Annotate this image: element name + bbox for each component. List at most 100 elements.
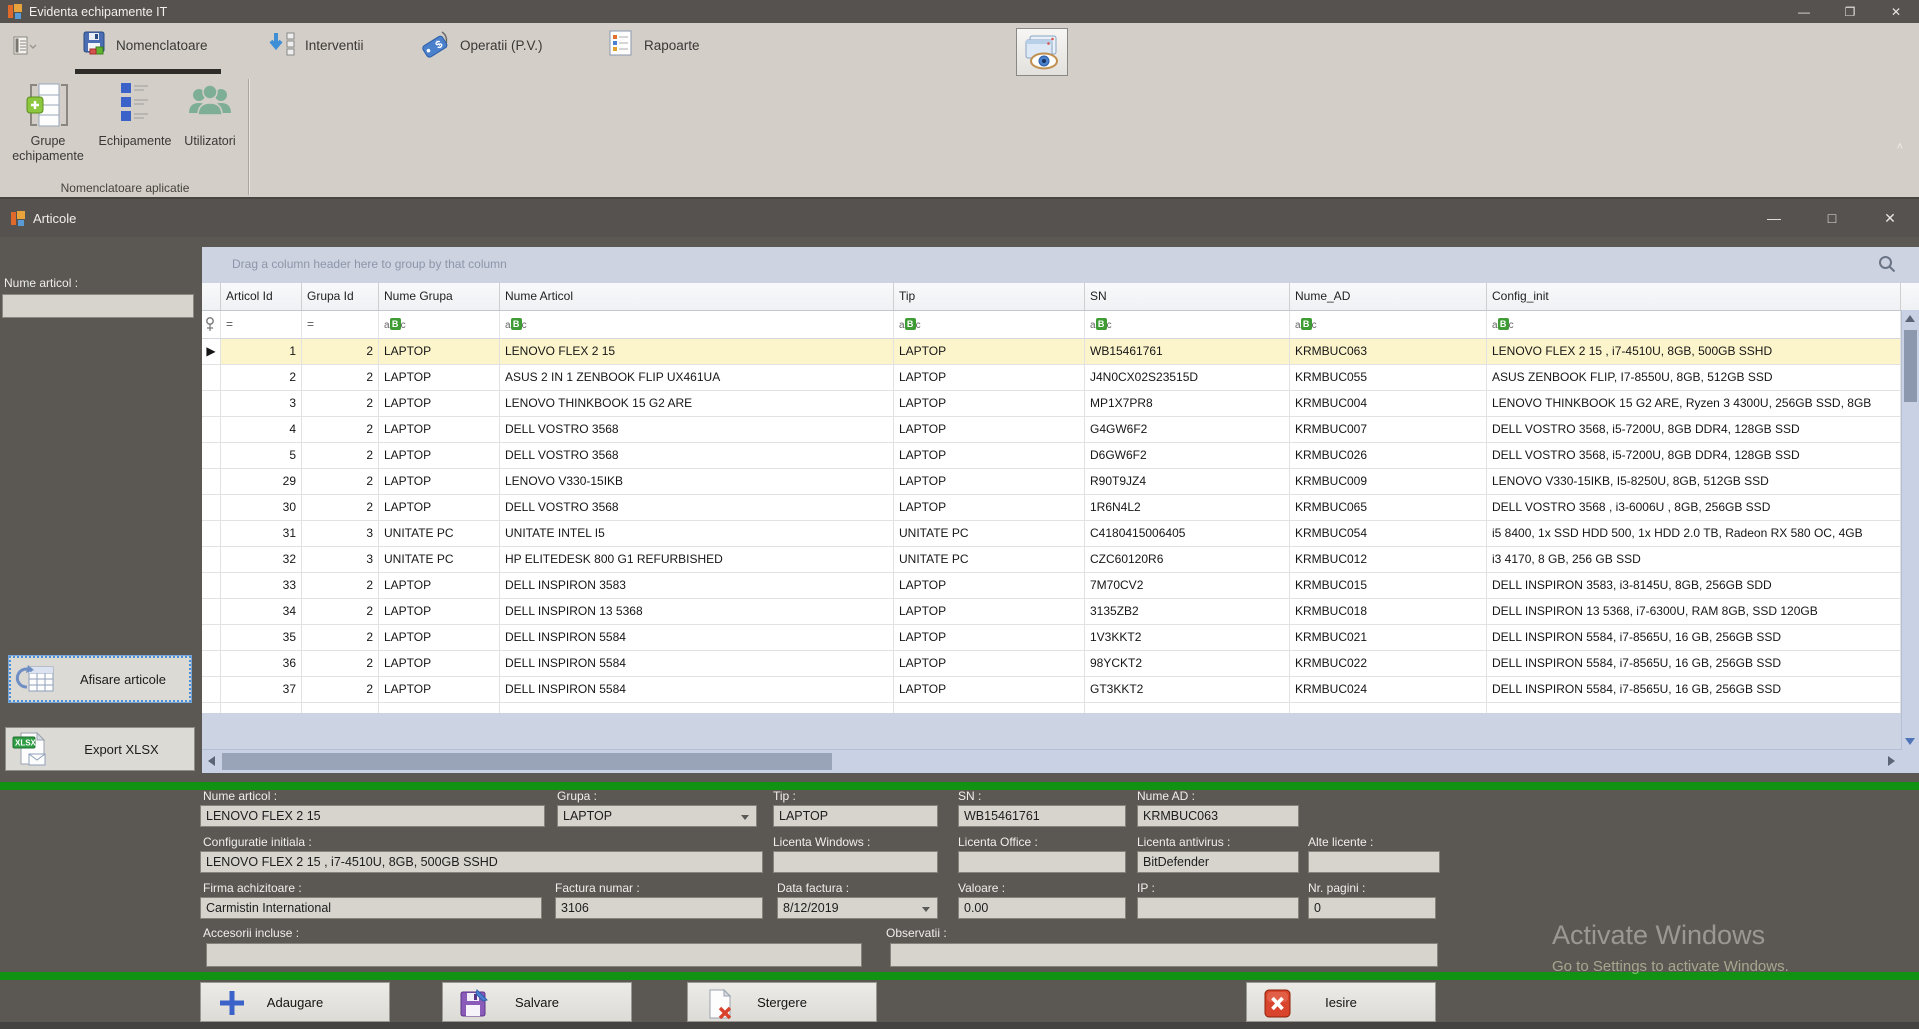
- ribbon-collapse-icon[interactable]: ˄: [1897, 141, 1903, 153]
- grid-cell[interactable]: 3: [221, 391, 302, 417]
- grid-cell[interactable]: LENOVO V330-15IKB: [500, 469, 894, 495]
- minimize-icon[interactable]: —: [1781, 5, 1827, 19]
- grid-cell[interactable]: 29: [221, 469, 302, 495]
- grid-cell[interactable]: 98YCKT2: [1085, 651, 1290, 677]
- column-header[interactable]: SN: [1085, 283, 1290, 310]
- grid-cell[interactable]: LAPTOP: [894, 443, 1085, 469]
- tab-rapoarte[interactable]: Rapoarte: [644, 38, 700, 53]
- configuratie-input[interactable]: LENOVO FLEX 2 15 , i7-4510U, 8GB, 500GB …: [200, 851, 763, 873]
- ribbon-button-echipamente[interactable]: Echipamente: [92, 79, 178, 149]
- grupa-select[interactable]: LAPTOP: [557, 805, 757, 827]
- grid-cell[interactable]: R90T9JZ4: [1085, 469, 1290, 495]
- stergere-button[interactable]: Stergere: [687, 982, 877, 1022]
- grid-cell[interactable]: LENOVO FLEX 2 15: [500, 339, 894, 365]
- licenta-office-input[interactable]: [958, 851, 1126, 873]
- table-row[interactable]: 302LAPTOPDELL VOSTRO 3568LAPTOP1R6N4L2KR…: [202, 495, 1919, 521]
- grid-cell[interactable]: LENOVO FLEX 2 15 , i7-4510U, 8GB, 500GB …: [1487, 339, 1901, 365]
- filter-equals-icon[interactable]: =: [221, 311, 302, 338]
- sn-input[interactable]: WB15461761: [958, 805, 1126, 827]
- column-header[interactable]: Grupa Id: [302, 283, 379, 310]
- abc-filter-icon[interactable]: aBc: [1487, 311, 1901, 338]
- minimize-icon[interactable]: —: [1745, 210, 1803, 226]
- table-row[interactable]: 342LAPTOPDELL INSPIRON 13 5368LAPTOP3135…: [202, 599, 1919, 625]
- grid-cell[interactable]: 1R6N4L2: [1085, 495, 1290, 521]
- grid-cell[interactable]: WB15461761: [1085, 339, 1290, 365]
- grid-cell[interactable]: DELL INSPIRON 3583, i3-8145U, 8GB, 256GB…: [1487, 573, 1901, 599]
- tab-operatii[interactable]: Operatii (P.V.): [460, 38, 543, 53]
- nume-articol-input[interactable]: LENOVO FLEX 2 15: [200, 805, 545, 827]
- grid-cell[interactable]: UNITATE PC: [379, 547, 500, 573]
- horizontal-scrollbar[interactable]: [202, 749, 1919, 773]
- grid-cell[interactable]: LAPTOP: [379, 677, 500, 703]
- grid-cell[interactable]: LENOVO THINKBOOK 15 G2 ARE, Ryzen 3 4300…: [1487, 391, 1901, 417]
- grid-cell[interactable]: 2: [302, 651, 379, 677]
- grid-cell[interactable]: 2: [221, 365, 302, 391]
- search-icon[interactable]: [1877, 254, 1897, 279]
- grid-cell[interactable]: 31: [221, 521, 302, 547]
- table-row[interactable]: 323UNITATE PCHP ELITEDESK 800 G1 REFURBI…: [202, 547, 1919, 573]
- grid-cell[interactable]: LAPTOP: [894, 391, 1085, 417]
- grid-cell[interactable]: UNITATE PC: [894, 521, 1085, 547]
- grid-cell[interactable]: LAPTOP: [379, 469, 500, 495]
- table-row[interactable]: 352LAPTOPDELL INSPIRON 5584LAPTOP1V3KKT2…: [202, 625, 1919, 651]
- grid-cell[interactable]: DELL VOSTRO 3568: [500, 495, 894, 521]
- grid-cell[interactable]: C4180415006405: [1085, 521, 1290, 547]
- tab-interventii[interactable]: Interventii: [305, 38, 364, 53]
- grid-cell[interactable]: GT3KKT2: [1085, 677, 1290, 703]
- group-by-panel[interactable]: Drag a column header here to group by th…: [202, 247, 1919, 283]
- observatii-input[interactable]: [890, 943, 1438, 967]
- table-row[interactable]: 313UNITATE PCUNITATE INTEL I5UNITATE PCC…: [202, 521, 1919, 547]
- grid-cell[interactable]: DELL INSPIRON 5584, i7-8565U, 16 GB, 256…: [1487, 651, 1901, 677]
- column-header[interactable]: Nume Grupa: [379, 283, 500, 310]
- maximize-icon[interactable]: □: [1803, 210, 1861, 226]
- close-icon[interactable]: ✕: [1861, 210, 1919, 227]
- close-icon[interactable]: ✕: [1873, 5, 1919, 19]
- grid-cell[interactable]: 37: [221, 677, 302, 703]
- grid-cell[interactable]: LAPTOP: [894, 417, 1085, 443]
- app-menu-icon[interactable]: [10, 34, 38, 60]
- grid-cell[interactable]: 5: [221, 443, 302, 469]
- grid-cell[interactable]: HP ELITEDESK 800 G1 REFURBISHED: [500, 547, 894, 573]
- grid-cell[interactable]: DELL INSPIRON 5584: [500, 625, 894, 651]
- grid-cell[interactable]: KRMBUC026: [1290, 443, 1487, 469]
- firma-input[interactable]: Carmistin International: [200, 897, 542, 919]
- grid-cell[interactable]: ASUS ZENBOOK FLIP, I7-8550U, 8GB, 512GB …: [1487, 365, 1901, 391]
- grid-cell[interactable]: KRMBUC004: [1290, 391, 1487, 417]
- scroll-right-icon[interactable]: [1888, 756, 1895, 766]
- table-row[interactable]: 292LAPTOPLENOVO V330-15IKBLAPTOPR90T9JZ4…: [202, 469, 1919, 495]
- grid-cell[interactable]: KRMBUC024: [1290, 677, 1487, 703]
- grid-cell[interactable]: KRMBUC055: [1290, 365, 1487, 391]
- grid-cell[interactable]: KRMBUC015: [1290, 573, 1487, 599]
- grid-cell[interactable]: LAPTOP: [379, 651, 500, 677]
- table-row[interactable]: 52LAPTOPDELL VOSTRO 3568LAPTOPD6GW6F2KRM…: [202, 443, 1919, 469]
- grid-cell[interactable]: 3: [302, 547, 379, 573]
- grid-cell[interactable]: i3 4170, 8 GB, 256 GB SSD: [1487, 547, 1901, 573]
- grid-cell[interactable]: 2: [302, 625, 379, 651]
- horizontal-scroll-thumb[interactable]: [222, 753, 832, 770]
- grid-cell[interactable]: DELL VOSTRO 3568, i5-7200U, 8GB DDR4, 12…: [1487, 443, 1901, 469]
- grid-cell[interactable]: 2: [302, 391, 379, 417]
- grid-cell[interactable]: KRMBUC063: [1290, 339, 1487, 365]
- grid-cell[interactable]: LAPTOP: [894, 495, 1085, 521]
- grid-cell[interactable]: i5 8400, 1x SSD HDD 500, 1x HDD 2.0 TB, …: [1487, 521, 1901, 547]
- grid-cell[interactable]: LAPTOP: [379, 495, 500, 521]
- grid-cell[interactable]: UNITATE PC: [379, 521, 500, 547]
- grid-cell[interactable]: LAPTOP: [894, 651, 1085, 677]
- grid-cell[interactable]: UNITATE PC: [894, 547, 1085, 573]
- grid-cell[interactable]: KRMBUC007: [1290, 417, 1487, 443]
- grid-cell[interactable]: MP1X7PR8: [1085, 391, 1290, 417]
- grid-cell[interactable]: 2: [302, 339, 379, 365]
- column-header[interactable]: Articol Id: [221, 283, 302, 310]
- ribbon-button-grupe-echipamente[interactable]: Grupe echipamente: [6, 79, 90, 164]
- grid-cell[interactable]: LAPTOP: [379, 417, 500, 443]
- tip-input[interactable]: LAPTOP: [773, 805, 938, 827]
- column-header[interactable]: Config_init: [1487, 283, 1901, 310]
- grid-cell[interactable]: 3135ZB2: [1085, 599, 1290, 625]
- grid-cell[interactable]: LAPTOP: [894, 365, 1085, 391]
- nr-pagini-input[interactable]: 0: [1308, 897, 1436, 919]
- grid-cell[interactable]: KRMBUC065: [1290, 495, 1487, 521]
- grid-cell[interactable]: KRMBUC021: [1290, 625, 1487, 651]
- grid-cell[interactable]: LAPTOP: [379, 339, 500, 365]
- alte-licente-input[interactable]: [1308, 851, 1440, 873]
- grid-cell[interactable]: DELL INSPIRON 5584: [500, 677, 894, 703]
